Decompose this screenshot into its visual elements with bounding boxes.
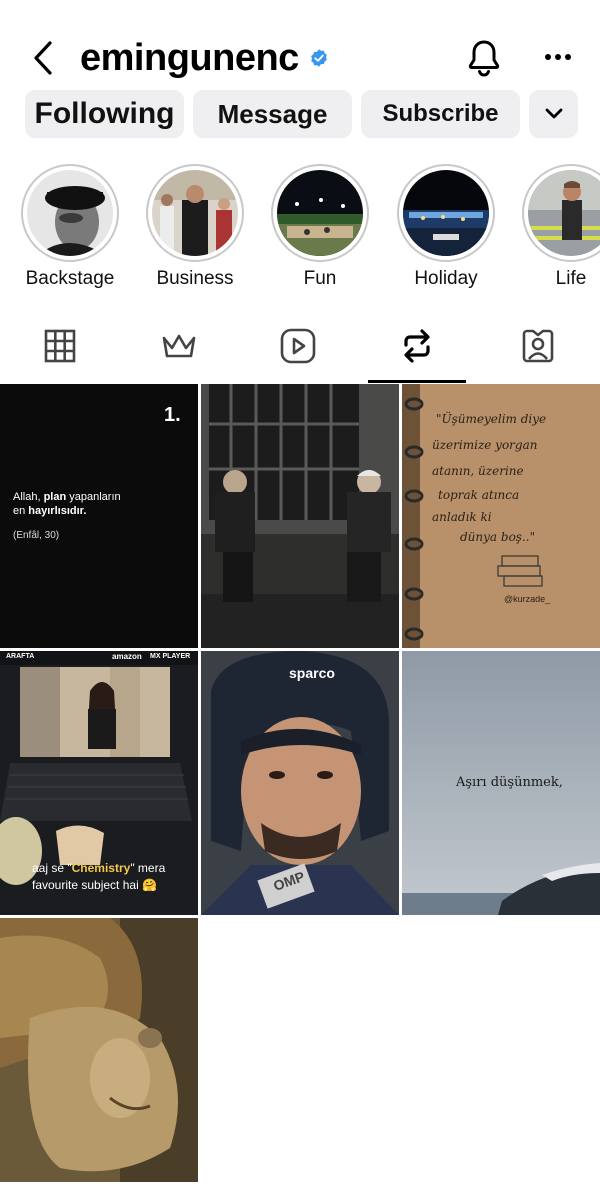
- highlight-ring: [397, 164, 495, 262]
- caption-line-1: aaj se "Chemistry" mera: [32, 861, 165, 875]
- tab-tagged[interactable]: [478, 318, 598, 382]
- suggested-accounts-button[interactable]: [529, 90, 578, 138]
- highlight-backstage[interactable]: Backstage: [20, 164, 120, 290]
- quote-text: Allah,: [13, 491, 44, 503]
- helmet-brand-label: sparco: [289, 665, 335, 681]
- profile-header: emingunenc: [0, 30, 600, 90]
- highlight-cover-image: [403, 170, 489, 256]
- highlight-cover-image: [152, 170, 238, 256]
- profile-content-tabs: [0, 318, 600, 383]
- grid-icon: [44, 329, 76, 363]
- profile-username: emingunenc: [80, 36, 299, 79]
- more-options-button[interactable]: [540, 42, 576, 72]
- handwriting-line: atanın, üzerine: [432, 464, 524, 478]
- highlight-cover-image: [528, 170, 600, 256]
- quote-reference: (Enfâl, 30): [13, 530, 60, 541]
- quote-text: yapanların: [66, 491, 121, 503]
- handwriting-line: "Üşümeyelim diye: [436, 412, 547, 426]
- tagged-icon: [522, 329, 554, 363]
- highlight-cover-image: [27, 170, 113, 256]
- caption-text: " mera: [130, 861, 166, 875]
- handwriting-line: üzerimize yorgan: [432, 438, 538, 452]
- highlight-life[interactable]: Life: [521, 164, 600, 290]
- handwriting-line: toprak atınca: [438, 488, 520, 502]
- highlight-holiday[interactable]: Holiday: [396, 164, 496, 290]
- repost-icon: [404, 329, 430, 363]
- bell-icon: [468, 40, 500, 77]
- tab-reposts[interactable]: [357, 318, 477, 382]
- handwriting-line: anladık ki: [432, 510, 492, 524]
- active-tab-indicator: [368, 380, 466, 383]
- back-button[interactable]: [28, 40, 58, 76]
- highlight-label: Business: [156, 268, 234, 289]
- quote-text: en: [13, 505, 29, 517]
- post-thumbnail-notebook[interactable]: "Üşümeyelim diye üzerimize yorgan atanın…: [402, 384, 600, 648]
- profile-actions: Following Message Subscribe: [25, 90, 578, 138]
- post-thumbnail-old-men[interactable]: [201, 384, 399, 648]
- quote-line-1: Allah, plan yapanların: [13, 491, 121, 503]
- tab-exclusive[interactable]: [119, 318, 239, 382]
- overlay-text: Aşırı düşünmek,: [456, 775, 563, 790]
- handwriting-line: dünya boş..": [460, 530, 536, 544]
- post-thumbnail-laptop-scene[interactable]: ARAFTA amazon MX PLAYER aaj se "Chemistr…: [0, 651, 198, 915]
- brand-label-mx: MX PLAYER: [150, 653, 191, 660]
- highlight-ring: [146, 164, 244, 262]
- tab-posts-grid[interactable]: [0, 318, 120, 382]
- highlight-label: Holiday: [414, 268, 478, 289]
- highlight-label: Backstage: [25, 268, 115, 289]
- caption-highlight: Chemistry: [71, 861, 131, 875]
- post-thumbnail-lions[interactable]: [0, 918, 198, 1182]
- story-highlights: Backstage Business Fun Holiday Life: [0, 164, 600, 294]
- post-thumbnail-helmet-portrait[interactable]: sparco OMP: [201, 651, 399, 915]
- crown-icon: [162, 334, 196, 358]
- highlight-label: Fun: [303, 268, 337, 289]
- caption-text: aaj se ": [32, 861, 72, 875]
- brand-label-amazon: amazon: [112, 652, 142, 661]
- message-button[interactable]: Message: [193, 90, 352, 138]
- highlight-ring: [21, 164, 119, 262]
- chevron-down-icon: [545, 108, 562, 119]
- signature: @kurzade_: [504, 594, 551, 604]
- highlight-business[interactable]: Business: [145, 164, 245, 290]
- highlight-ring: [522, 164, 600, 262]
- quote-emphasis: plan: [43, 491, 67, 503]
- quote-emphasis: hayırlısıdır.: [28, 505, 87, 517]
- highlight-cover-image: [277, 170, 363, 256]
- caption-line-2: favourite subject hai 🤗: [32, 878, 158, 892]
- post-number: 1.: [164, 404, 181, 426]
- post-thumbnail-quote[interactable]: 1. Allah, plan yapanların en hayırlısıdı…: [0, 384, 198, 648]
- following-button[interactable]: Following: [25, 90, 184, 138]
- brand-label-left: ARAFTA: [6, 653, 35, 660]
- username-block: emingunenc: [80, 36, 329, 80]
- notifications-button[interactable]: [466, 38, 502, 78]
- chevron-left-icon: [34, 41, 52, 75]
- highlight-ring: [271, 164, 369, 262]
- reels-icon: [280, 328, 316, 364]
- tab-reels[interactable]: [238, 318, 358, 382]
- verified-badge-icon: [310, 49, 327, 67]
- quote-line-2: en hayırlısıdır.: [13, 505, 86, 517]
- highlight-fun[interactable]: Fun: [270, 164, 370, 290]
- highlight-label: Life: [555, 268, 587, 289]
- more-horizontal-icon: [545, 54, 571, 60]
- subscribe-button[interactable]: Subscribe: [361, 90, 520, 138]
- post-thumbnail-sea-quote[interactable]: Aşırı düşünmek,: [402, 651, 600, 915]
